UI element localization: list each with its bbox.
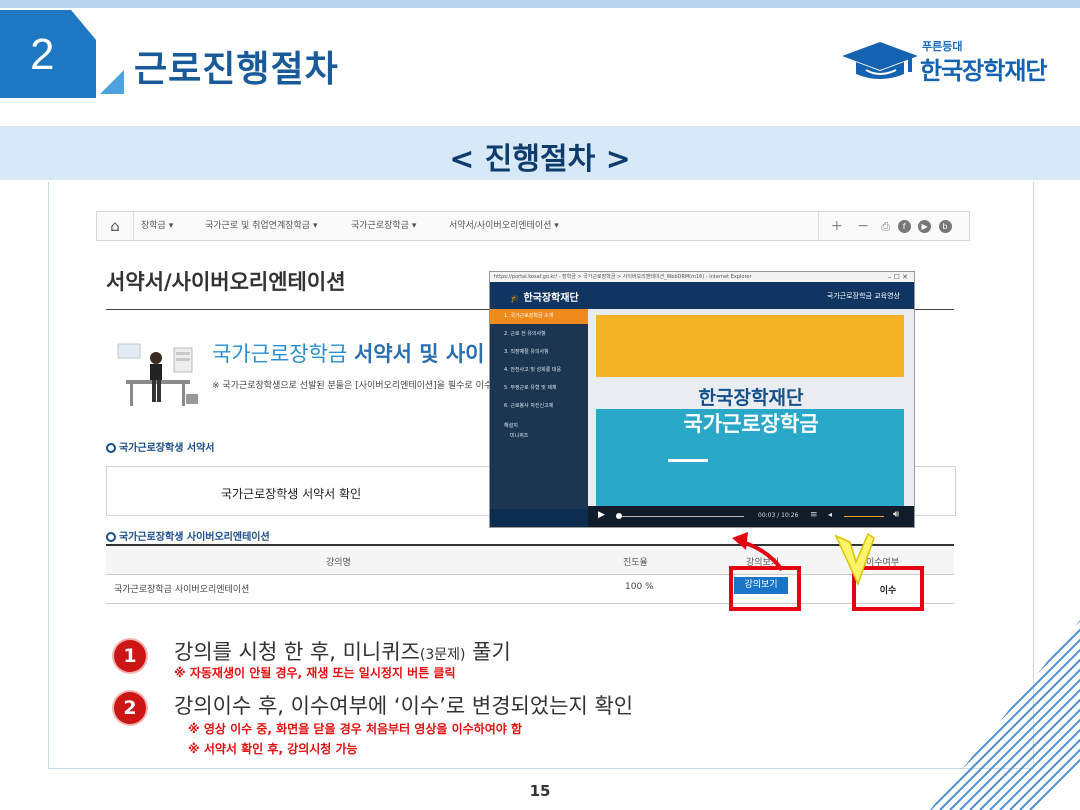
page-title: 근로진행절차 [134,49,339,90]
course-name: 국가근로장학금 사이버오리엔테이션 [114,585,250,595]
volume-icon[interactable]: 🔊︎ [893,509,899,520]
blog-icon[interactable]: b [938,219,952,233]
bullet-icon [106,443,116,453]
nav-tools: + − ⎙ f ▶ b [818,212,969,240]
course-table-header: 강의명 진도율 강의보기 이수여부 [106,544,954,575]
graduation-cap-icon [842,42,918,79]
player-header-title: 국가근로장학금 교육영상 [826,292,900,300]
step-1-text-b: 풀기 [465,640,511,664]
step-1-text-a: 강의를 시청 한 후, 미니퀴즈 [174,640,420,664]
video-yellow-panel [596,315,904,377]
video-controls: ▶ 00:03 / 10:26 ≡ ◂ 🔊︎ [588,506,914,527]
badge-accent [100,70,124,94]
step-2-text: 강의이수 후, 이수여부에 ‘이수’로 변경되었는지 확인 [174,694,634,718]
video-title-line1: 한국장학재단 [698,387,804,409]
headline-bold: 서약서 및 사이 [353,342,485,366]
top-accent-bar [0,0,1080,8]
student-desk-illustration [117,343,198,406]
nav-item-work-career[interactable]: 국가근로 및 취업연계장학금 ▾ [205,212,317,240]
logo-name: 한국장학재단 [920,57,1047,85]
cap-icon: 🎓 [510,294,520,303]
nav-item-national-work[interactable]: 국가근로장학금 ▾ [351,212,416,240]
player-logo-text: 한국장학재단 [523,293,579,304]
address-text: https://portal.kosaf.go.kr/ - 장학금 > 국가근로… [494,274,752,280]
bullet-icon [106,532,116,542]
nav-item-oath-orientation[interactable]: 서약서/사이버오리엔테이션 ▾ [449,212,559,240]
site-nav-bar: ⌂ 장학금 ▾ 국가근로 및 취업연계장학금 ▾ 국가근로장학금 ▾ 서약서/사… [96,211,970,241]
cyber-section-heading: 국가근로장학생 사이버오리엔테이션 [106,528,270,543]
step-1-text-small: (3문제) [419,647,466,663]
seek-bar[interactable] [620,516,744,517]
home-icon[interactable]: ⌂ [97,212,134,240]
play-share-icon[interactable]: ▶ [918,219,932,233]
chapter-item-5[interactable]: 5. 부정근로 유형 및 제재 [490,381,588,396]
chapter-item-3[interactable]: 3. 직장예절 유의사항 [490,345,588,360]
col-progress: 진도율 [623,558,648,568]
step-2-badge: 2 [114,692,146,724]
highlight-view-button [729,566,801,611]
section-number: 2 [30,30,55,79]
play-icon[interactable]: ▶ [598,510,605,520]
step-1-badge: 1 [114,640,146,672]
decorative-stripes [930,620,1080,810]
browser-address-bar: https://portal.kosaf.go.kr/ - 장학금 > 국가근로… [490,272,914,282]
step-1-note: ※ 자동재생이 안될 경우, 재생 또는 일시정지 버튼 클릭 [174,666,456,680]
step-2-note-1: ※ 영상 이수 중, 화면을 닫을 경우 처음부터 영상을 이수하여야 함 [188,722,523,736]
video-screen[interactable]: 한국장학재단 국가근로장학금 [588,309,914,506]
chapter-item-miniquiz[interactable]: 미니퀴즈 [490,429,588,444]
chapter-item-2[interactable]: 2. 근로 전 유의사항 [490,327,588,342]
band-title: < 진행절차 > [449,142,631,177]
nav-item-scholarship[interactable]: 장학금 ▾ [141,212,173,240]
video-title-line2: 국가근로장학금 [683,412,819,436]
progress-value: 100 % [625,582,654,592]
kosaf-logo: 푸른등대 한국장학재단 [840,36,1050,86]
speed-icon[interactable]: ◂ [828,510,832,519]
page-number: 15 [529,782,551,800]
window-controls-icon[interactable]: – ☐ ✕ [888,272,908,282]
facebook-icon[interactable]: f [897,219,911,233]
orientation-notice: ※ 국가근로장학생으로 선발된 분들은 [사이버오리엔테이션]을 필수로 이수 [212,381,493,391]
chapter-item-1[interactable]: 1. 국가근로장학금 소개 [490,309,588,324]
player-logo: 🎓 한국장학재단 [510,289,579,304]
section-number-badge: 2 [0,10,96,98]
web-page-title: 서약서/사이버오리엔테이션 [106,270,346,294]
volume-slider[interactable] [844,516,884,517]
col-course-name: 강의명 [326,558,351,568]
procedure-band: < 진행절차 > [0,126,1080,180]
chapter-item-4[interactable]: 4. 안전사고 및 성희롱 대응 [490,363,588,378]
chapter-menu: 1. 국가근로장학금 소개 2. 근로 전 유의사항 3. 직장예절 유의사항 … [490,309,588,509]
oath-section-label: 국가근로장학생 서약서 [119,443,215,454]
yellow-arrow-icon [834,532,875,586]
cyber-section-label: 국가근로장학생 사이버오리엔테이션 [119,532,270,543]
seek-handle[interactable] [616,513,622,519]
video-player-window: https://portal.kosaf.go.kr/ - 장학금 > 국가근로… [489,271,915,528]
oath-confirm-link[interactable]: 국가근로장학생 서약서 확인 [221,485,361,502]
headline: 국가근로장학금 서약서 및 사이 [212,338,484,368]
headline-prefix: 국가근로장학금 [212,342,348,366]
time-readout: 00:03 / 10:26 [758,512,799,519]
step-2-note-2: ※ 서약서 확인 후, 강의시청 가능 [188,742,358,756]
zoom-out-icon[interactable]: − [857,218,869,234]
video-underline [668,459,708,462]
chapter-item-6[interactable]: 6. 근로봉사 자진신고제 [490,399,588,414]
oath-section-heading: 국가근로장학생 서약서 [106,439,214,454]
red-arrow-icon [732,532,784,572]
playlist-icon[interactable]: ≡ [810,510,818,520]
print-icon[interactable]: ⎙ [881,220,890,233]
player-header: 🎓 한국장학재단 국가근로장학금 교육영상 [490,282,914,309]
zoom-in-icon[interactable]: + [831,218,843,234]
table-row: 국가근로장학금 사이버오리엔테이션 100 % [106,573,954,604]
step-1-text: 강의를 시청 한 후, 미니퀴즈(3문제) 풀기 [174,636,511,666]
